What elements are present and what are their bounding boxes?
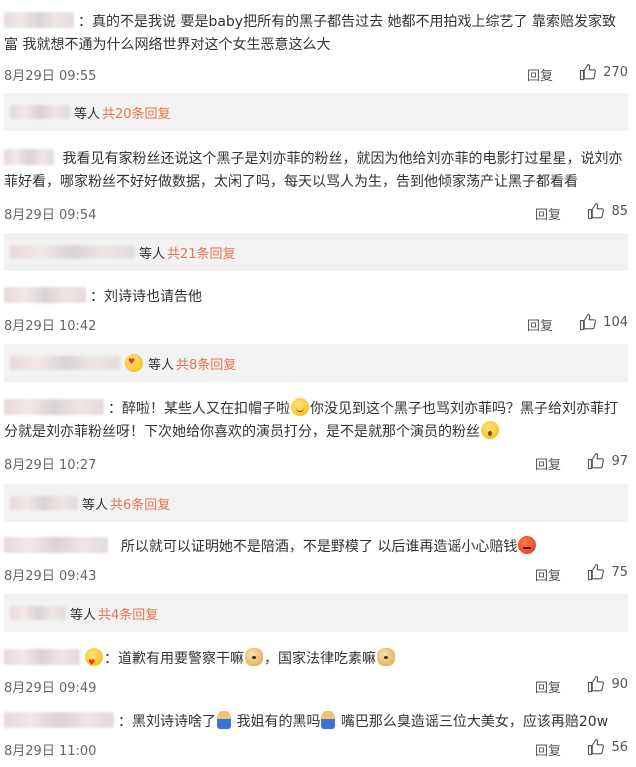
blurred-username — [4, 12, 74, 28]
thumbs-up-icon — [588, 738, 605, 756]
like-count: 97 — [611, 453, 628, 469]
comment-text: 所以就可以证明她不是陪酒，不是野模了 以后谁再造谣小心赔钱 — [120, 539, 518, 555]
blurred-username — [4, 712, 114, 728]
comment-text-wrap: ：黑刘诗诗啥了 我姐有的黑吗 嘴巴那么臭造谣三位大美女，应该再赔20w — [4, 711, 628, 734]
like-count: 270 — [603, 64, 628, 80]
comment-time: 8月29日 10:42 — [4, 319, 97, 334]
comment-time: 8月29日 09:49 — [4, 681, 97, 696]
blurred-username — [10, 606, 66, 620]
comment-text: 我姐有的黑吗 — [236, 714, 321, 730]
blurred-username — [4, 399, 104, 415]
like-button[interactable]: 90 — [587, 675, 628, 693]
comment-text: ，国家法律吃素嘛 — [264, 651, 376, 667]
sub-replies-box[interactable]: 等人 共21条回复 — [4, 233, 628, 271]
reply-button[interactable]: 回复 — [535, 454, 561, 473]
blurred-username — [10, 245, 135, 259]
like-count: 85 — [611, 203, 628, 219]
comment-meta: 8月29日 10:42 回复 104 — [4, 313, 628, 335]
sub-replies-users: 等人 — [82, 497, 109, 513]
blurred-username — [4, 537, 108, 553]
like-button[interactable]: 104 — [579, 313, 628, 331]
sub-replies-box[interactable]: 等人 共6条回复 — [4, 484, 628, 522]
comment-text-wrap: 所以就可以证明她不是陪酒，不是野模了 以后谁再造谣小心赔钱 — [4, 536, 628, 559]
reply-button[interactable]: 回复 — [535, 740, 561, 759]
comment-meta: 8月29日 10:27 回复 97 — [4, 452, 628, 474]
comment-text: ：醉啦！某些人又在扣帽子啦 — [108, 401, 290, 417]
like-button[interactable]: 97 — [587, 452, 628, 470]
like-button[interactable]: 75 — [587, 563, 628, 581]
thumbs-up-icon — [580, 313, 597, 331]
comment-time: 8月29日 09:54 — [4, 208, 97, 223]
angry-emoji-icon — [518, 536, 537, 554]
like-count: 104 — [603, 314, 628, 330]
comment-text: ：真的不是我说 要是baby把所有的黑子都告过去 她都不用拍戏上综艺了 靠索赔发… — [4, 14, 616, 53]
reply-button[interactable]: 回复 — [527, 315, 553, 334]
comment-text-wrap: ：真的不是我说 要是baby把所有的黑子都告过去 她都不用拍戏上综艺了 靠索赔发… — [4, 11, 628, 57]
comment-time: 8月29日 09:55 — [4, 69, 97, 84]
sub-replies-box[interactable]: 等人 共20条回复 — [4, 93, 628, 131]
comment-meta: 8月29日 09:49 回复 90 — [4, 675, 628, 697]
reply-button[interactable]: 回复 — [527, 65, 553, 84]
comment-time: 8月29日 11:00 — [4, 744, 97, 759]
like-count: 56 — [611, 739, 628, 755]
thumbs-up-icon — [580, 63, 597, 81]
reply-button[interactable]: 回复 — [535, 565, 561, 584]
comment-text: 我看见有家粉丝还说这个黑子是刘亦菲的粉丝，就因为他给刘亦菲的电影打过星星，说刘亦… — [4, 151, 623, 190]
comment-text: 嘴巴那么臭造谣三位大美女，应该再赔20w — [340, 714, 609, 730]
sub-replies-count-link[interactable]: 共21条回复 — [167, 243, 236, 262]
blurred-username — [10, 356, 120, 370]
person-emoji-icon — [217, 711, 231, 729]
like-button[interactable]: 270 — [579, 63, 628, 81]
like-button[interactable]: 85 — [587, 202, 628, 220]
comment-text-wrap: ：醉啦！某些人又在扣帽子啦 你没见到这个黑子也骂刘亦菲吗？黑子给刘亦菲打分就是刘亦… — [4, 398, 628, 444]
comment-text-wrap: ：刘诗诗也请告他 — [4, 286, 628, 309]
comment-text: ：道歉有用要警察干嘛 — [104, 651, 244, 667]
comment-text: ：刘诗诗也请告他 — [90, 289, 202, 305]
blurred-username — [10, 105, 70, 119]
doge-emoji-icon — [245, 648, 263, 666]
doge-emoji-icon — [377, 648, 395, 666]
person-emoji-icon — [321, 711, 336, 729]
comment-meta: 8月29日 09:55 回复 270 — [4, 63, 628, 85]
blurred-username — [10, 496, 78, 510]
blurred-username — [4, 149, 54, 165]
comment-text-wrap: 我看见有家粉丝还说这个黑子是刘亦菲的粉丝，就因为他给刘亦菲的电影打过星星，说刘亦… — [4, 148, 628, 194]
like-count: 90 — [611, 676, 628, 692]
sub-replies-users: 等人 — [148, 357, 175, 373]
like-count: 75 — [611, 564, 628, 580]
sub-replies-box[interactable]: 等人 共8条回复 — [4, 344, 628, 382]
comment-time: 8月29日 10:27 — [4, 458, 97, 473]
thumbs-up-icon — [588, 563, 605, 581]
heart-eyes-emoji-icon — [125, 354, 143, 372]
reply-button[interactable]: 回复 — [535, 677, 561, 696]
sub-replies-users: 等人 — [139, 246, 166, 262]
blurred-username — [4, 287, 86, 303]
sub-replies-count-link[interactable]: 共4条回复 — [98, 604, 158, 623]
smile-emoji-icon — [291, 398, 309, 416]
thumbs-up-icon — [588, 675, 605, 693]
sub-replies-count-link[interactable]: 共6条回复 — [110, 494, 170, 513]
comment-text-wrap: ：道歉有用要警察干嘛 ，国家法律吃素嘛 — [4, 648, 628, 674]
reply-button[interactable]: 回复 — [535, 204, 561, 223]
comment-time: 8月29日 09:43 — [4, 569, 97, 584]
shock-emoji-icon — [481, 421, 499, 439]
sub-replies-users: 等人 — [70, 607, 97, 623]
thumbs-up-icon — [588, 202, 605, 220]
heart-eyes-emoji-icon — [85, 648, 103, 674]
sub-replies-box[interactable]: 等人 共4条回复 — [4, 594, 628, 632]
blurred-username — [4, 649, 80, 665]
comment-meta: 8月29日 09:54 回复 85 — [4, 202, 628, 224]
comment-meta: 8月29日 11:00 回复 56 — [4, 738, 628, 760]
sub-replies-count-link[interactable]: 共20条回复 — [102, 103, 171, 122]
sub-replies-count-link[interactable]: 共8条回复 — [176, 354, 236, 373]
sub-replies-users: 等人 — [74, 106, 101, 122]
comment-text: ：黑刘诗诗啥了 — [118, 714, 216, 730]
comment-meta: 8月29日 09:43 回复 75 — [4, 563, 628, 585]
thumbs-up-icon — [588, 452, 605, 470]
like-button[interactable]: 56 — [587, 738, 628, 756]
